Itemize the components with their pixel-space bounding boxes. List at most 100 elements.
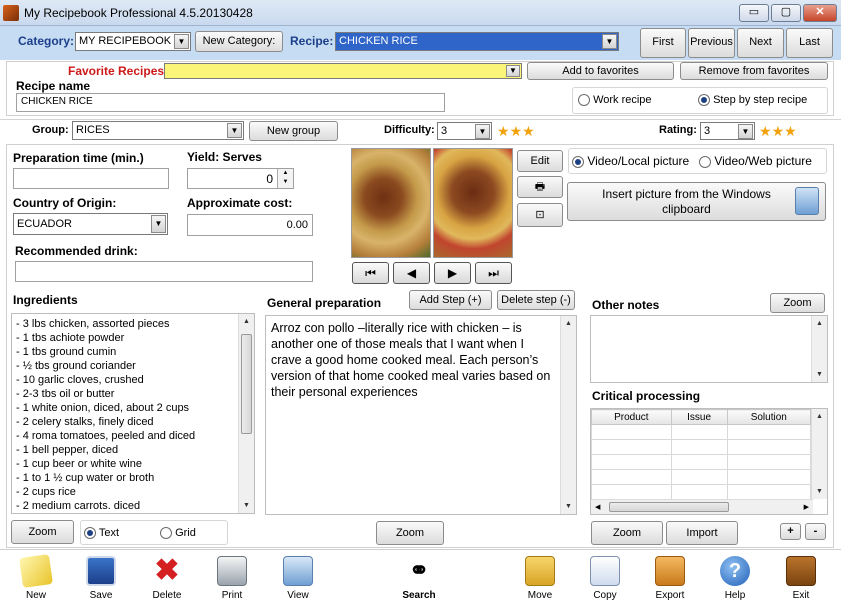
general-zoom-button[interactable]: Zoom: [376, 521, 444, 545]
insert-clipboard-picture-button[interactable]: Insert picture from the Windows clipboar…: [567, 182, 826, 221]
video-web-radio[interactable]: [699, 155, 711, 168]
chevron-down-icon: ▼: [475, 124, 490, 139]
ingredients-scrollbar[interactable]: ▲ ▼: [238, 314, 254, 513]
other-notes-textarea[interactable]: ▲ ▼: [590, 315, 828, 383]
next-picture-button[interactable]: ▶: [434, 262, 471, 284]
yield-label: Yield: Serves: [187, 150, 262, 164]
first-picture-button[interactable]: ⏮: [352, 262, 389, 284]
view-label: View: [287, 590, 309, 601]
video-local-option[interactable]: Video/Local picture: [572, 154, 689, 168]
recipe-photo-1[interactable]: [351, 148, 431, 258]
last-picture-button[interactable]: ⏭: [475, 262, 512, 284]
prep-time-input[interactable]: [13, 168, 169, 189]
remove-from-favorites-button[interactable]: Remove from favorites: [680, 62, 828, 80]
import-button[interactable]: Import: [666, 521, 738, 545]
work-recipe-radio[interactable]: [578, 94, 590, 107]
copy-label: Copy: [593, 590, 617, 601]
first-button[interactable]: First: [640, 28, 686, 58]
scroll-thumb[interactable]: [241, 334, 252, 434]
difficulty-select[interactable]: 3 ▼: [437, 122, 492, 140]
notes-zoom-button[interactable]: Zoom: [770, 293, 825, 313]
list-item: - 2 medium carrots. diced: [16, 500, 141, 512]
next-button[interactable]: Next: [737, 28, 784, 58]
cost-input[interactable]: 0.00: [187, 214, 313, 236]
drink-input[interactable]: [15, 261, 313, 282]
category-label: Category:: [18, 34, 75, 48]
critical-processing-grid[interactable]: Product Issue Solution ▲ ▼ ◀ ▶: [590, 408, 828, 515]
notes-scrollbar[interactable]: ▲ ▼: [811, 316, 827, 382]
favorites-select[interactable]: ▼: [164, 63, 522, 79]
new-tool[interactable]: New: [6, 554, 66, 601]
new-group-button[interactable]: New group: [249, 121, 338, 141]
list-item: - 1 tbs achiote powder: [16, 332, 125, 344]
star-icon: ★: [522, 123, 535, 139]
critical-zoom-button[interactable]: Zoom: [591, 521, 663, 545]
critical-vscrollbar[interactable]: ▲ ▼: [811, 409, 827, 499]
close-button[interactable]: ✕: [803, 4, 837, 22]
general-prep-textarea[interactable]: Arroz con pollo –literally rice with chi…: [265, 315, 577, 515]
print-picture-button[interactable]: 🖶: [517, 176, 563, 198]
grid-view-option[interactable]: Grid: [160, 527, 196, 540]
preview-icon: ⊡: [535, 209, 545, 221]
recipe-name-input[interactable]: CHICKEN RICE: [16, 93, 445, 112]
add-row-button[interactable]: +: [780, 523, 801, 540]
column-solution[interactable]: Solution: [726, 409, 812, 425]
rating-value: 3: [704, 125, 711, 137]
group-select[interactable]: RICES ▼: [72, 121, 244, 140]
exit-tool[interactable]: Exit: [771, 556, 831, 601]
rating-stars: ★★★: [759, 124, 797, 138]
star-icon: ★: [784, 123, 797, 139]
add-to-favorites-button[interactable]: Add to favorites: [527, 62, 674, 80]
prep-scrollbar[interactable]: ▲ ▼: [560, 316, 576, 514]
remove-row-button[interactable]: -: [805, 523, 826, 540]
search-tool[interactable]: ⚭ Search: [389, 556, 449, 601]
category-select[interactable]: MY RECIPEBOOK ▼: [75, 32, 191, 51]
scroll-right-icon: ▶: [803, 504, 809, 511]
minimize-button[interactable]: ▭: [739, 4, 769, 22]
view-tool[interactable]: View: [268, 556, 328, 601]
difficulty-label: Difficulty:: [384, 124, 435, 136]
ingredients-zoom-button[interactable]: Zoom: [11, 520, 74, 544]
step-recipe-radio[interactable]: [698, 94, 710, 107]
ingredients-list[interactable]: - 3 lbs chicken, assorted pieces - 1 tbs …: [11, 313, 255, 514]
list-item: - 2-3 tbs oil or butter: [16, 388, 115, 400]
print-tool[interactable]: Print: [202, 556, 262, 601]
column-product[interactable]: Product: [591, 409, 672, 425]
column-issue[interactable]: Issue: [670, 409, 728, 425]
step-recipe-option[interactable]: Step by step recipe: [698, 94, 807, 107]
preview-picture-button[interactable]: ⊡: [517, 203, 563, 227]
save-icon: [86, 556, 116, 586]
country-select[interactable]: ECUADOR ▼: [13, 213, 168, 235]
grid-view-radio[interactable]: [160, 527, 172, 540]
rating-select[interactable]: 3 ▼: [700, 122, 755, 140]
export-box-icon: [655, 556, 685, 586]
last-button[interactable]: Last: [786, 28, 833, 58]
edit-picture-button[interactable]: Edit: [517, 150, 563, 172]
text-view-option[interactable]: Text: [84, 527, 119, 540]
exit-label: Exit: [792, 590, 810, 601]
copy-tool[interactable]: Copy: [575, 556, 635, 601]
table-row: [591, 424, 812, 440]
work-recipe-option[interactable]: Work recipe: [578, 94, 652, 107]
delete-tool[interactable]: ✖ Delete: [137, 556, 197, 602]
yield-stepper[interactable]: ▲ ▼: [277, 169, 293, 188]
new-category-button[interactable]: New Category:: [195, 31, 283, 52]
delete-step-button[interactable]: Delete step (-): [497, 290, 575, 310]
text-view-radio[interactable]: [84, 527, 96, 540]
previous-button[interactable]: Previous: [688, 28, 735, 58]
video-web-option[interactable]: Video/Web picture: [699, 154, 812, 168]
recipe-select[interactable]: CHICKEN RICE ▼: [335, 32, 619, 51]
save-tool[interactable]: Save: [71, 556, 131, 601]
maximize-button[interactable]: ▢: [771, 4, 801, 22]
export-tool[interactable]: Export: [640, 556, 700, 601]
help-tool[interactable]: ? Help: [705, 556, 765, 601]
critical-hscrollbar[interactable]: ◀ ▶: [591, 499, 813, 514]
video-local-radio[interactable]: [572, 155, 584, 168]
previous-picture-button[interactable]: ◀: [393, 262, 430, 284]
move-tool[interactable]: Move: [510, 556, 570, 601]
folder-move-icon: [525, 556, 555, 586]
add-step-button[interactable]: Add Step (+): [409, 290, 492, 310]
chevron-down-icon: ▼: [602, 34, 617, 49]
monitor-icon: [283, 556, 313, 586]
recipe-photo-2[interactable]: [433, 148, 513, 258]
